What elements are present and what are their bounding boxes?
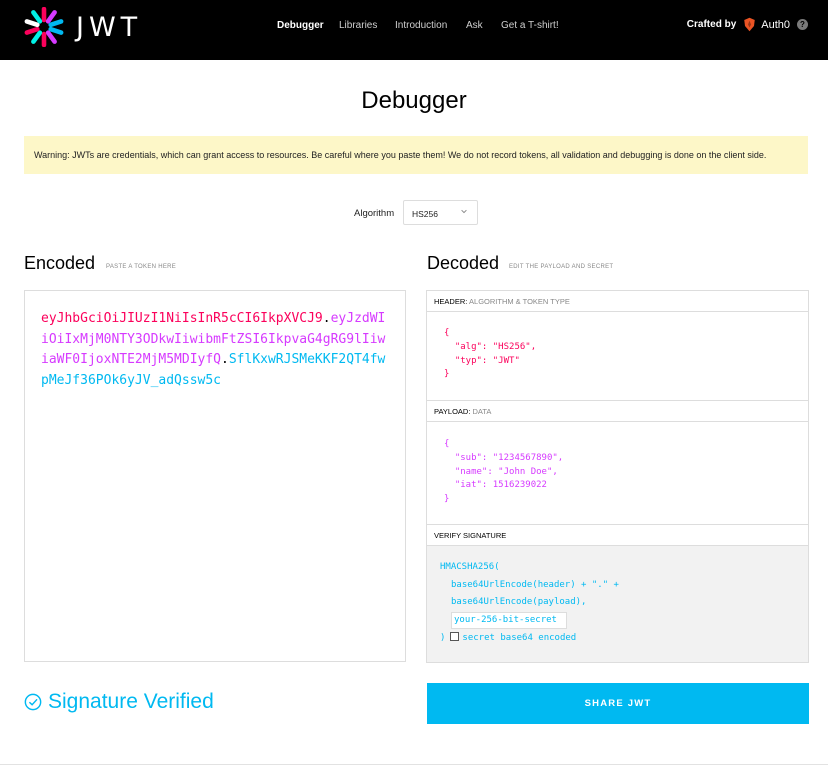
encoded-token[interactable]: eyJhbGciOiJIUzI1NiIsInR5cCI6IkpXVCJ9.eyJ… xyxy=(41,309,393,391)
algorithm-label: Algorithm xyxy=(354,208,395,219)
header-panel-label: HEADER: xyxy=(434,297,468,306)
nav-libraries[interactable]: Libraries xyxy=(339,20,377,31)
encoded-subheading: PASTE A TOKEN HERE xyxy=(106,264,177,270)
warning-banner: Warning: JWTs are credentials, which can… xyxy=(24,136,808,174)
verify-panel-label: VERIFY SIGNATURE xyxy=(434,531,507,540)
check-circle-icon xyxy=(24,693,42,711)
payload-panel-title: PAYLOAD: DATA xyxy=(427,401,808,422)
algorithm-select[interactable]: HS256 xyxy=(403,200,478,225)
json-line: "alg": "HS256", xyxy=(444,341,537,352)
decoded-heading: Decoded xyxy=(427,253,500,273)
header-panel-title: HEADER: ALGORITHM & TOKEN TYPE xyxy=(427,291,808,312)
signature-status: Signature Verified xyxy=(24,690,214,714)
nav-debugger[interactable]: Debugger xyxy=(277,20,324,31)
algorithm-value: HS256 xyxy=(412,209,438,219)
token-dot: . xyxy=(221,352,229,367)
crafted-by-label: Crafted by xyxy=(686,19,737,30)
json-line: "iat": 1516239022 xyxy=(444,480,547,491)
token-dot: . xyxy=(322,311,331,326)
sig-line-header: base64UrlEncode(header) + "." + xyxy=(451,579,619,590)
payload-panel-sublabel: DATA xyxy=(472,407,492,416)
decoded-subheading: EDIT THE PAYLOAD AND SECRET xyxy=(509,264,614,270)
jwt-logo-icon[interactable] xyxy=(24,7,64,47)
verify-panel-title: VERIFY SIGNATURE xyxy=(427,525,808,546)
encoded-heading: Encoded xyxy=(24,253,96,273)
logo-text[interactable]: JWT xyxy=(76,12,142,43)
base64-checkbox-label[interactable]: secret base64 encoded xyxy=(462,633,576,643)
payload-json-editor[interactable]: { "sub": "1234567890", "name": "John Doe… xyxy=(427,423,808,524)
auth0-brand: Auth0 xyxy=(761,18,790,31)
header-panel-sublabel: ALGORITHM & TOKEN TYPE xyxy=(469,297,570,306)
payload-panel-label: PAYLOAD: xyxy=(434,407,471,416)
token-header-part: eyJhbGciOiJIUzI1NiIsInR5cCI6IkpXVCJ9 xyxy=(41,311,323,326)
json-line: } xyxy=(444,494,450,505)
nav-introduction[interactable]: Introduction xyxy=(395,20,447,31)
verify-signature-body: HMACSHA256( base64UrlEncode(header) + ".… xyxy=(427,546,808,662)
signature-status-text: Signature Verified xyxy=(48,690,214,713)
json-line: "sub": "1234567890", xyxy=(444,452,564,463)
share-jwt-button[interactable]: SHARE JWT xyxy=(427,683,809,724)
chevron-down-icon xyxy=(461,209,467,214)
page-title: Debugger xyxy=(361,87,467,114)
json-line: "name": "John Doe", xyxy=(444,466,558,477)
json-line: { xyxy=(444,328,450,338)
crafted-by-auth0[interactable]: Crafted by Auth0 ? xyxy=(687,17,808,32)
json-line: "typ": "JWT" xyxy=(444,355,520,366)
secret-input[interactable]: your-256-bit-secret xyxy=(451,611,567,629)
sig-fn: HMACSHA256( xyxy=(440,562,500,572)
header-json-editor[interactable]: { "alg": "HS256", "typ": "JWT" } xyxy=(427,313,808,400)
top-navbar: JWT Debugger Libraries Introduction Ask … xyxy=(0,0,828,60)
base64-checkbox[interactable] xyxy=(450,632,460,641)
decoded-panels: HEADER: ALGORITHM & TOKEN TYPE { "alg": … xyxy=(426,290,809,663)
sig-close: ) xyxy=(440,633,446,643)
auth0-logo-icon xyxy=(744,17,755,32)
encoded-token-editor[interactable]: eyJhbGciOiJIUzI1NiIsInR5cCI6IkpXVCJ9.eyJ… xyxy=(24,290,406,662)
json-line: { xyxy=(444,439,450,449)
nav-get-tshirt[interactable]: Get a T-shirt! xyxy=(501,20,559,31)
json-line: } xyxy=(444,369,450,380)
nav-ask[interactable]: Ask xyxy=(466,20,483,31)
help-icon[interactable]: ? xyxy=(797,19,808,30)
sig-line-payload: base64UrlEncode(payload), xyxy=(451,597,587,607)
footer-divider xyxy=(0,764,828,765)
